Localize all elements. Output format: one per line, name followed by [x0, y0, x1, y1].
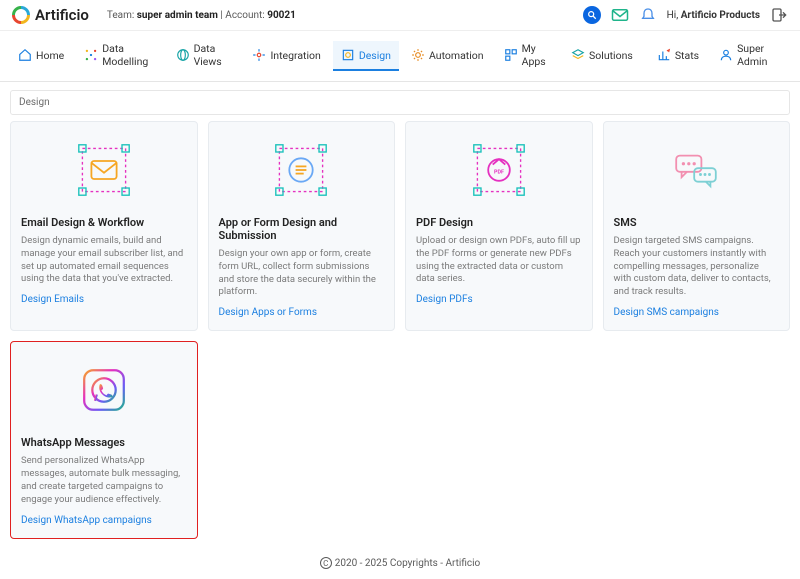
greeting-name: Artificio Products	[681, 10, 760, 21]
card-email-design[interactable]: Email Design & Workflow Design dynamic e…	[10, 121, 198, 331]
mail-icon[interactable]	[611, 6, 629, 24]
nav-design[interactable]: Design	[333, 41, 399, 71]
pdf-design-icon: PDF	[472, 143, 526, 197]
top-bar: Artificio Team: super admin team | Accou…	[0, 0, 800, 31]
nav-data-views[interactable]: Data Views	[168, 35, 241, 77]
team-account-info: Team: super admin team | Account: 90021	[107, 10, 296, 21]
nav-my-apps-label: My Apps	[522, 42, 551, 68]
apps-icon	[504, 48, 518, 62]
card-sms-design[interactable]: SMS Design targeted SMS campaigns. Reach…	[603, 121, 791, 331]
breadcrumb: Design	[10, 90, 790, 115]
nav-stats-label: Stats	[675, 49, 699, 62]
nodes-icon	[84, 48, 98, 62]
artificio-logo-icon	[12, 6, 30, 24]
card-whatsapp-design[interactable]: WhatsApp Messages Send personalized What…	[10, 341, 198, 538]
nav-integration[interactable]: Integration	[244, 41, 328, 71]
card-desc: Design dynamic emails, build and manage …	[21, 235, 187, 286]
top-right-controls: Hi, Artificio Products	[583, 6, 788, 24]
main-nav: Home Data Modelling Data Views Integrati…	[0, 31, 800, 82]
team-label: Team:	[107, 10, 137, 21]
nav-home-label: Home	[36, 49, 64, 62]
logout-icon[interactable]	[770, 6, 788, 24]
form-design-icon	[274, 143, 328, 197]
nav-solutions[interactable]: Solutions	[563, 41, 641, 71]
card-desc: Send personalized WhatsApp messages, aut…	[21, 455, 187, 506]
card-desc: Design targeted SMS campaigns. Reach you…	[614, 235, 780, 299]
card-icon-wrap	[21, 352, 187, 428]
integration-icon	[252, 48, 266, 62]
greeting: Hi, Artificio Products	[667, 10, 760, 21]
search-icon[interactable]	[583, 6, 601, 24]
brand-logo[interactable]: Artificio	[12, 6, 89, 24]
account-id: 90021	[267, 10, 296, 21]
nav-automation-label: Automation	[429, 49, 484, 62]
nav-data-views-label: Data Views	[194, 42, 233, 68]
gear-icon	[411, 48, 425, 62]
card-link-design-sms[interactable]: Design SMS campaigns	[614, 307, 780, 318]
card-title: SMS	[614, 216, 780, 229]
home-icon	[18, 48, 32, 62]
admin-icon	[719, 48, 733, 62]
card-icon-wrap	[219, 132, 385, 208]
layers-icon	[571, 48, 585, 62]
stats-icon	[657, 48, 671, 62]
brand-name: Artificio	[35, 6, 89, 24]
design-cards-grid: Email Design & Workflow Design dynamic e…	[0, 121, 800, 549]
card-desc: Design your own app or form, create form…	[219, 248, 385, 299]
whatsapp-design-icon	[77, 363, 131, 417]
nav-super-admin-label: Super Admin	[737, 42, 782, 68]
design-icon	[341, 48, 355, 62]
email-design-icon	[77, 143, 131, 197]
nav-home[interactable]: Home	[10, 41, 72, 71]
card-link-design-forms[interactable]: Design Apps or Forms	[219, 307, 385, 318]
card-link-design-emails[interactable]: Design Emails	[21, 294, 187, 305]
card-desc: Upload or design own PDFs, auto fill up …	[416, 235, 582, 286]
breadcrumb-text: Design	[19, 97, 50, 108]
nav-automation[interactable]: Automation	[403, 41, 492, 71]
team-name: super admin team	[137, 10, 218, 21]
bell-icon[interactable]	[639, 6, 657, 24]
nav-design-label: Design	[359, 49, 391, 62]
footer: C2020 - 2025 Copyrights - Artificio	[0, 549, 800, 579]
card-form-design[interactable]: App or Form Design and Submission Design…	[208, 121, 396, 331]
card-link-design-pdfs[interactable]: Design PDFs	[416, 294, 582, 305]
nav-data-modelling-label: Data Modelling	[102, 42, 155, 68]
card-title: Email Design & Workflow	[21, 216, 187, 229]
nav-integration-label: Integration	[270, 49, 320, 62]
svg-text:PDF: PDF	[494, 170, 504, 176]
card-pdf-design[interactable]: PDF PDF Design Upload or design own PDFs…	[405, 121, 593, 331]
account-label: | Account:	[218, 10, 267, 21]
card-icon-wrap	[21, 132, 187, 208]
globe-icon	[176, 48, 190, 62]
card-title: WhatsApp Messages	[21, 436, 187, 449]
sms-design-icon	[669, 143, 723, 197]
nav-solutions-label: Solutions	[589, 49, 633, 62]
nav-my-apps[interactable]: My Apps	[496, 35, 559, 77]
nav-data-modelling[interactable]: Data Modelling	[76, 35, 163, 77]
card-icon-wrap: PDF	[416, 132, 582, 208]
greeting-prefix: Hi,	[667, 10, 681, 21]
copyright-icon: C	[320, 557, 332, 569]
footer-text: 2020 - 2025 Copyrights - Artificio	[335, 558, 481, 569]
nav-stats[interactable]: Stats	[649, 41, 707, 71]
card-icon-wrap	[614, 132, 780, 208]
card-title: App or Form Design and Submission	[219, 216, 385, 242]
nav-super-admin[interactable]: Super Admin	[711, 35, 790, 77]
card-link-design-whatsapp[interactable]: Design WhatsApp campaigns	[21, 515, 187, 526]
card-title: PDF Design	[416, 216, 582, 229]
